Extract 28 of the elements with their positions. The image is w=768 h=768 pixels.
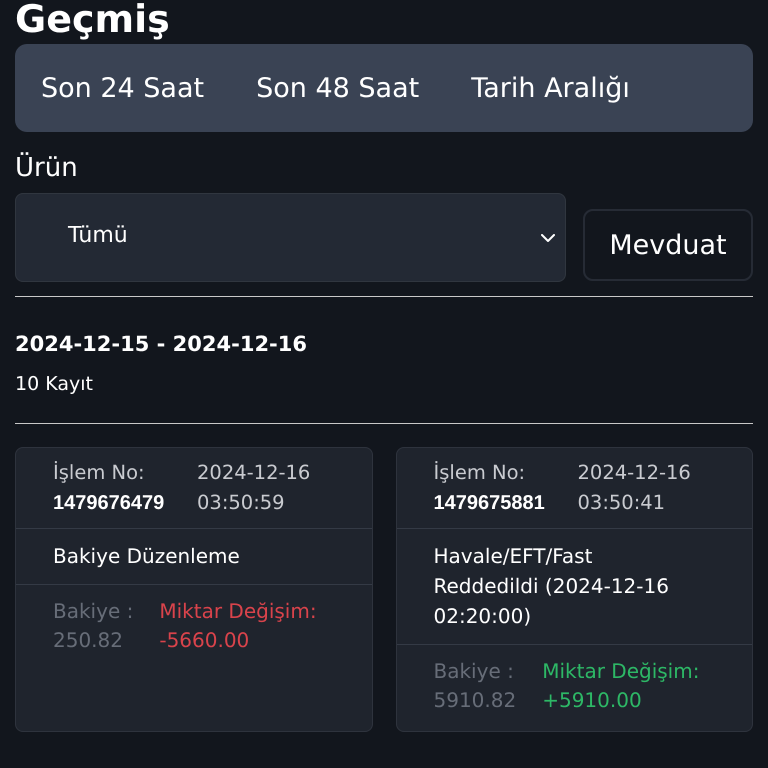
product-select[interactable]: Tümü bbox=[15, 193, 566, 282]
amount-change-label: Miktar Değişim: bbox=[542, 658, 700, 685]
balance-label: Bakiye : bbox=[53, 598, 134, 625]
transaction-id-label: İşlem No: bbox=[53, 460, 145, 486]
balance-value: 250.82 bbox=[53, 627, 123, 654]
transaction-time: 03:50:41 bbox=[578, 490, 666, 516]
date-range: 2024-12-15 - 2024-12-16 bbox=[15, 331, 307, 358]
balance-label: Bakiye : bbox=[434, 658, 514, 685]
balance-value: 5910.82 bbox=[434, 687, 516, 714]
tab[interactable]: Son 48 Saat bbox=[230, 44, 446, 132]
page-title: Geçmiş bbox=[15, 0, 170, 38]
transaction-id: 1479675881 bbox=[434, 491, 545, 516]
tab[interactable]: Tarih Aralığı bbox=[445, 44, 656, 132]
field-label: Ürün bbox=[15, 152, 78, 184]
transaction-date: 2024-12-16 bbox=[197, 460, 310, 486]
transaction-description: Havale/EFT/Fast Reddedildi (2024-12-16 02:20:00) bbox=[434, 543, 670, 630]
record-count: 10 Kayıt bbox=[15, 372, 93, 397]
transaction-date: 2024-12-16 bbox=[578, 460, 691, 486]
amount-change-value: +5910.00 bbox=[542, 687, 642, 714]
deposit-button[interactable]: Mevduat bbox=[583, 209, 753, 281]
amount-change-value: -5660.00 bbox=[159, 627, 250, 654]
amount-change-label: Miktar Değişim: bbox=[159, 598, 317, 625]
transaction-id: 1479676479 bbox=[53, 491, 164, 516]
transaction-description: Bakiye Düzenleme bbox=[53, 543, 241, 570]
chevron-down-icon bbox=[541, 234, 555, 242]
transaction-time: 03:50:59 bbox=[197, 490, 285, 516]
tab[interactable]: Son 24 Saat bbox=[15, 44, 230, 132]
transaction-id-label: İşlem No: bbox=[434, 460, 526, 486]
